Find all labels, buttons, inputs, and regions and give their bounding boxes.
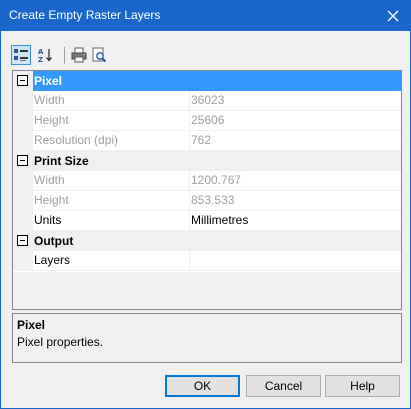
- property-row[interactable]: Height 853.533: [13, 191, 401, 211]
- property-value: 36023: [190, 91, 401, 111]
- property-name: Width: [33, 171, 190, 191]
- row-gutter: [13, 251, 33, 271]
- row-gutter: [13, 171, 33, 191]
- collapse-toggle-icon[interactable]: [17, 235, 28, 246]
- category-pixel[interactable]: Pixel: [13, 71, 401, 91]
- category-print-size[interactable]: Print Size: [13, 151, 401, 171]
- description-panel: Pixel Pixel properties.: [12, 313, 402, 363]
- row-gutter: [13, 91, 33, 111]
- property-row-layers[interactable]: Layers: [13, 251, 401, 271]
- collapse-toggle-icon[interactable]: [17, 155, 28, 166]
- units-value[interactable]: Millimetres: [190, 211, 401, 231]
- categorized-view-icon: [14, 49, 28, 61]
- title-bar[interactable]: Create Empty Raster Layers: [1, 1, 410, 31]
- property-name: Units: [33, 211, 190, 231]
- category-label: Print Size: [34, 154, 89, 168]
- property-name: Layers: [33, 251, 190, 271]
- window-title: Create Empty Raster Layers: [9, 8, 161, 22]
- property-value: 853.533: [190, 191, 401, 211]
- property-row[interactable]: Height 25606: [13, 111, 401, 131]
- collapse-toggle-icon[interactable]: [17, 75, 28, 86]
- property-name: Resolution (dpi): [33, 131, 190, 151]
- property-name: Width: [33, 91, 190, 111]
- row-gutter: [13, 211, 33, 231]
- property-grid: Pixel Width 36023 Height 25606 Resolutio…: [12, 70, 402, 310]
- categorized-view-button[interactable]: [11, 45, 31, 65]
- category-label: Pixel: [33, 71, 401, 91]
- svg-text:Z: Z: [38, 56, 43, 63]
- property-grid-toolbar: A Z: [11, 45, 131, 67]
- description-text: Pixel properties.: [17, 335, 104, 349]
- property-row[interactable]: Resolution (dpi) 762: [13, 131, 401, 151]
- property-row[interactable]: Width 1200.767: [13, 171, 401, 191]
- print-button[interactable]: [69, 45, 89, 65]
- help-button[interactable]: Help: [325, 375, 400, 397]
- toolbar-separator: [64, 47, 65, 64]
- row-gutter: [13, 191, 33, 211]
- category-label: Output: [34, 234, 74, 248]
- layers-value[interactable]: [190, 251, 401, 271]
- category-output[interactable]: Output: [13, 231, 401, 251]
- property-name: Height: [33, 111, 190, 131]
- sort-alphabetical-button[interactable]: A Z: [35, 45, 55, 65]
- print-icon: [71, 47, 87, 63]
- property-row[interactable]: Width 36023: [13, 91, 401, 111]
- property-name: Height: [33, 191, 190, 211]
- property-value: 762: [190, 131, 401, 151]
- close-button[interactable]: [376, 1, 410, 31]
- property-value: 25606: [190, 111, 401, 131]
- cancel-button[interactable]: Cancel: [246, 375, 321, 397]
- property-row-units[interactable]: Units Millimetres: [13, 211, 401, 231]
- ok-button[interactable]: OK: [165, 375, 240, 397]
- print-preview-icon: [92, 47, 107, 63]
- close-icon: [387, 10, 399, 22]
- description-title: Pixel: [17, 318, 46, 332]
- row-gutter: [13, 131, 33, 151]
- print-preview-button[interactable]: [89, 45, 109, 65]
- row-gutter: [13, 111, 33, 131]
- sort-alphabetical-icon: A Z: [38, 48, 52, 63]
- dialog-window: Create Empty Raster Layers A Z Pixel Wid…: [0, 0, 411, 409]
- svg-text:A: A: [38, 48, 44, 56]
- grid-empty-area: [13, 272, 401, 309]
- property-value: 1200.767: [190, 171, 401, 191]
